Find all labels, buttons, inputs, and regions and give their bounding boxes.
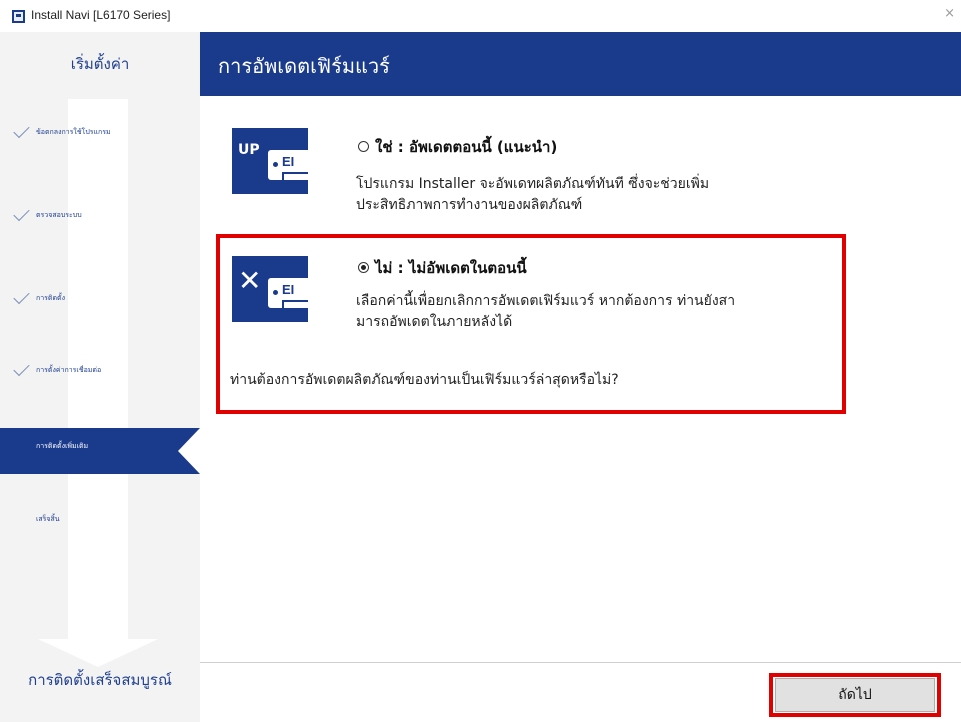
sidebar-step-additional-install: การติดตั้งเพิ่มเติม [0,428,200,474]
sidebar: เริ่มตั้งค่า ข้อตกลงการใช้โปรแกรม ตรวจสอ… [0,32,200,722]
sidebar-step-label: การติดตั้ง [36,294,65,302]
selection-highlight [216,234,846,414]
printer-display-text: EI [282,154,295,169]
sidebar-step-finish: เสร็จสิ้น [0,501,200,547]
option-update-now-desc: โปรแกรม Installer จะอัพเดทผลิตภัณฑ์ทันที… [356,174,709,216]
option-update-now-title[interactable]: ใช่ : อัพเดตตอนนี้ (แนะนำ) [375,135,557,159]
radio-update-now[interactable] [358,141,369,152]
page-header: การอัพเดตเฟิร์มแวร์ [200,32,961,96]
sidebar-step-connection: การตั้งค่าการเชื่อมต่อ [0,352,200,398]
desc-line: ประสิทธิภาพการทำงานของผลิตภัณฑ์ [356,197,583,213]
next-button-highlight [769,673,941,717]
close-icon[interactable]: × [944,6,955,21]
sidebar-step-label: การติดตั้งเพิ่มเติม [36,442,89,450]
up-symbol: UP [238,142,260,158]
check-icon [13,287,30,305]
sidebar-step-license: ข้อตกลงการใช้โปรแกรม [0,114,200,160]
sidebar-header: เริ่มตั้งค่า [0,32,200,96]
sidebar-step-label: การตั้งค่าการเชื่อมต่อ [36,366,102,374]
sidebar-step-label: ตรวจสอบระบบ [36,211,82,219]
sidebar-footer: การติดตั้งเสร็จสมบูรณ์ [28,671,172,689]
title-bar: Install Navi [L6170 Series] × [0,0,961,32]
printer-icon: EI [268,150,308,182]
window-title: Install Navi [L6170 Series] [31,8,171,22]
app-icon [12,10,25,23]
progress-arrowhead-icon [38,639,158,667]
check-icon [13,204,30,222]
page-title: การอัพเดตเฟิร์มแวร์ [218,54,390,78]
sidebar-step-label: ข้อตกลงการใช้โปรแกรม [36,128,111,136]
desc-line: โปรแกรม Installer จะอัพเดทผลิตภัณฑ์ทันที… [356,176,710,192]
update-up-icon: UP EI [232,128,308,194]
sidebar-step-label: เสร็จสิ้น [36,515,60,523]
sidebar-header-label: เริ่มตั้งค่า [70,55,130,73]
sidebar-step-install: การติดตั้ง [0,280,200,326]
sidebar-step-system-check: ตรวจสอบระบบ [0,197,200,243]
active-step-pointer-icon [178,428,200,474]
check-icon [13,121,30,139]
check-icon [13,359,30,377]
